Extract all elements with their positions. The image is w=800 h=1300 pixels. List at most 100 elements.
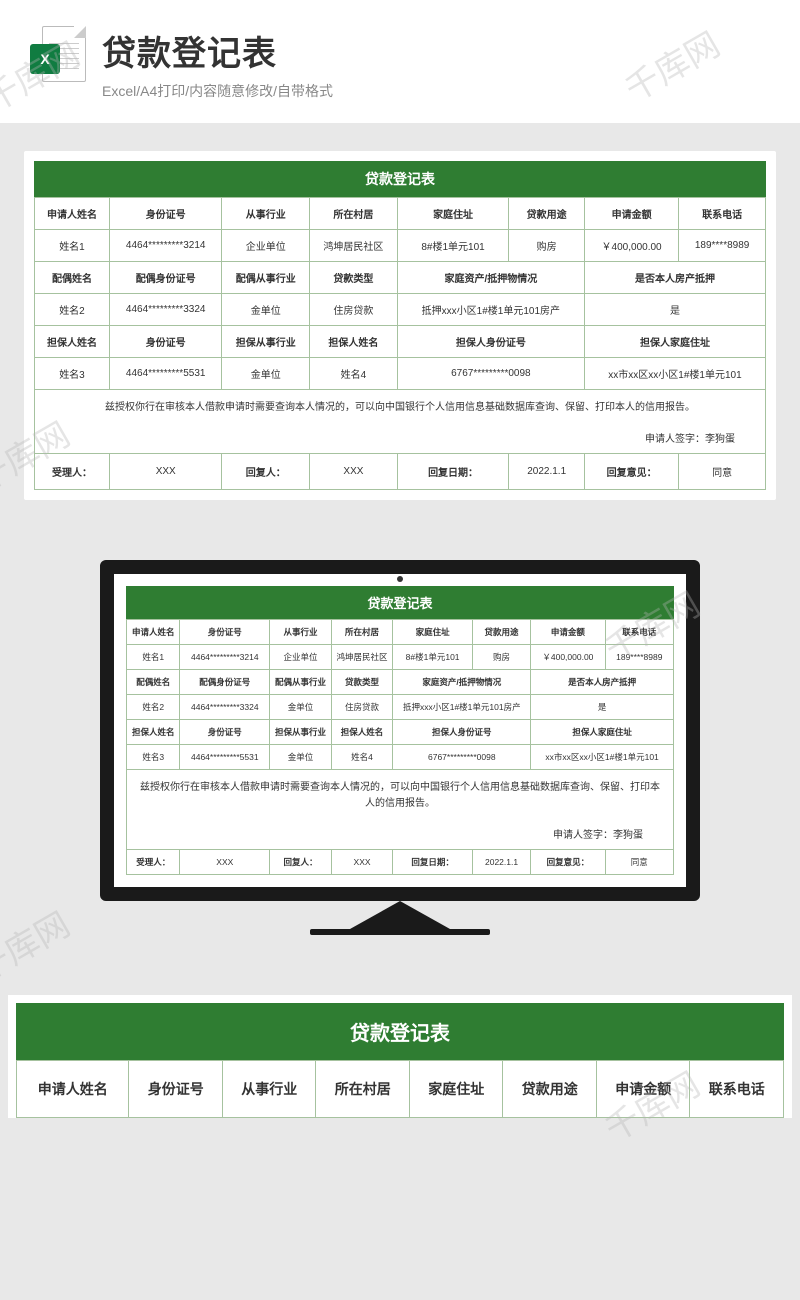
h-applicant-name: 申请人姓名 (17, 1061, 129, 1118)
d-industry: 企业单位 (270, 645, 332, 670)
d-spouse-id: 4464*********3324 (180, 695, 270, 720)
h-replier: 回复人： (270, 850, 332, 875)
d-self-property: 是 (584, 294, 765, 326)
h-purpose: 贷款用途 (509, 198, 585, 230)
d-guarantor-address: xx市xx区xx小区1#楼1单元101 (584, 358, 765, 390)
d-purpose: 购房 (509, 230, 585, 262)
h-amount: 申请金额 (596, 1061, 690, 1118)
h-asset-collateral: 家庭资产/抵押物情况 (397, 262, 584, 294)
h-guarantor2-id: 担保人身份证号 (393, 720, 531, 745)
d-guarantor2-id: 6767*********0098 (397, 358, 584, 390)
h-address: 家庭住址 (397, 198, 509, 230)
h-industry: 从事行业 (222, 198, 310, 230)
h-phone: 联系电话 (679, 198, 766, 230)
excel-badge-icon: X (30, 44, 60, 74)
page-title: 贷款登记表 (102, 26, 333, 75)
d-guarantor2-name: 姓名4 (310, 358, 398, 390)
h-industry: 从事行业 (222, 1061, 316, 1118)
excel-file-icon: X (30, 26, 86, 98)
d-reply-opinion: 同意 (605, 850, 673, 875)
h-id-number: 身份证号 (180, 620, 270, 645)
page-subtitle: Excel/A4打印/内容随意修改/自带格式 (102, 81, 333, 101)
h-purpose: 贷款用途 (472, 620, 530, 645)
d-loan-type: 住房贷款 (310, 294, 398, 326)
d-amount: ￥400,000.00 (584, 230, 678, 262)
d-industry: 企业单位 (222, 230, 310, 262)
h-reply-opinion: 回复意见： (531, 850, 605, 875)
d-guarantor-id: 4464*********5531 (109, 358, 221, 390)
h-self-property: 是否本人房产抵押 (531, 670, 674, 695)
h-handler: 受理人： (35, 454, 110, 490)
h-purpose: 贷款用途 (503, 1061, 597, 1118)
h-industry: 从事行业 (270, 620, 332, 645)
page-header: X 贷款登记表 Excel/A4打印/内容随意修改/自带格式 (0, 0, 800, 123)
h-spouse-name: 配偶姓名 (35, 262, 110, 294)
d-amount: ￥400,000.00 (531, 645, 605, 670)
form-title: 贷款登记表 (34, 161, 766, 197)
bottom-cropped-preview: 贷款登记表 申请人姓名 身份证号 从事行业 所在村居 家庭住址 贷款用途 申请金… (8, 995, 792, 1118)
h-village: 所在村居 (310, 198, 398, 230)
form-title: 贷款登记表 (126, 586, 674, 619)
h-spouse-id: 配偶身份证号 (109, 262, 221, 294)
d-asset-collateral: 抵押xxx小区1#楼1单元101房产 (397, 294, 584, 326)
d-id-number: 4464*********3214 (180, 645, 270, 670)
monitor-stand (350, 901, 450, 929)
h-amount: 申请金额 (531, 620, 605, 645)
h-reply-date: 回复日期： (397, 454, 509, 490)
d-purpose: 购房 (472, 645, 530, 670)
d-handler: XXX (109, 454, 221, 490)
d-guarantor-address: xx市xx区xx小区1#楼1单元101 (531, 745, 674, 770)
d-spouse-name: 姓名2 (35, 294, 110, 326)
h-handler: 受理人： (127, 850, 180, 875)
d-applicant-name: 姓名1 (35, 230, 110, 262)
h-address: 家庭住址 (409, 1061, 503, 1118)
d-address: 8#楼1单元101 (397, 230, 509, 262)
h-spouse-industry: 配偶从事行业 (270, 670, 332, 695)
h-replier: 回复人： (222, 454, 310, 490)
d-guarantor-industry: 金单位 (222, 358, 310, 390)
h-guarantor2-id: 担保人身份证号 (397, 326, 584, 358)
loan-form-monitor: 贷款登记表 申请人姓名 身份证号 从事行业 所在村居 家庭住址 贷款用途 申请金… (126, 586, 674, 875)
h-spouse-industry: 配偶从事行业 (222, 262, 310, 294)
d-phone: 189****8989 (679, 230, 766, 262)
h-asset-collateral: 家庭资产/抵押物情况 (393, 670, 531, 695)
camera-icon (397, 576, 403, 582)
h-amount: 申请金额 (584, 198, 678, 230)
form-table: 申请人姓名 身份证号 从事行业 所在村居 家庭住址 贷款用途 申请金额 联系电话… (126, 619, 674, 875)
h-spouse-id: 配偶身份证号 (180, 670, 270, 695)
h-id-number: 身份证号 (129, 1061, 223, 1118)
h-spouse-name: 配偶姓名 (127, 670, 180, 695)
authorization-text: 兹授权你行在审核本人借款申请时需要查询本人情况的，可以向中国银行个人信用信息基础… (35, 390, 765, 426)
d-loan-type: 住房贷款 (331, 695, 393, 720)
h-reply-date: 回复日期： (393, 850, 473, 875)
h-id-number: 身份证号 (109, 198, 221, 230)
h-guarantor-industry: 担保从事行业 (270, 720, 332, 745)
h-phone: 联系电话 (690, 1061, 784, 1118)
h-phone: 联系电话 (605, 620, 673, 645)
h-loan-type: 贷款类型 (331, 670, 393, 695)
d-guarantor-industry: 金单位 (270, 745, 332, 770)
d-spouse-industry: 金单位 (270, 695, 332, 720)
d-id-number: 4464*********3214 (109, 230, 221, 262)
h-reply-opinion: 回复意见： (584, 454, 678, 490)
h-guarantor-address: 担保人家庭住址 (584, 326, 765, 358)
h-guarantor-id: 身份证号 (180, 720, 270, 745)
d-guarantor2-name: 姓名4 (331, 745, 393, 770)
h-loan-type: 贷款类型 (310, 262, 398, 294)
form-title: 贷款登记表 (16, 1003, 784, 1060)
h-guarantor-name: 担保人姓名 (127, 720, 180, 745)
form-card-main: 贷款登记表 申请人姓名 身份证号 从事行业 所在村居 家庭住址 贷款用途 申请金… (24, 151, 776, 500)
d-spouse-id: 4464*********3324 (109, 294, 221, 326)
d-village: 鸿坤居民社区 (310, 230, 398, 262)
h-village: 所在村居 (331, 620, 393, 645)
h-guarantor-id: 身份证号 (109, 326, 221, 358)
d-guarantor-name: 姓名3 (35, 358, 110, 390)
h-self-property: 是否本人房产抵押 (584, 262, 765, 294)
h-guarantor-address: 担保人家庭住址 (531, 720, 674, 745)
d-asset-collateral: 抵押xxx小区1#楼1单元101房产 (393, 695, 531, 720)
d-reply-date: 2022.1.1 (472, 850, 530, 875)
h-guarantor2-name: 担保人姓名 (310, 326, 398, 358)
loan-form: 贷款登记表 申请人姓名 身份证号 从事行业 所在村居 家庭住址 贷款用途 申请金… (34, 161, 766, 490)
d-reply-date: 2022.1.1 (509, 454, 585, 490)
h-address: 家庭住址 (393, 620, 473, 645)
